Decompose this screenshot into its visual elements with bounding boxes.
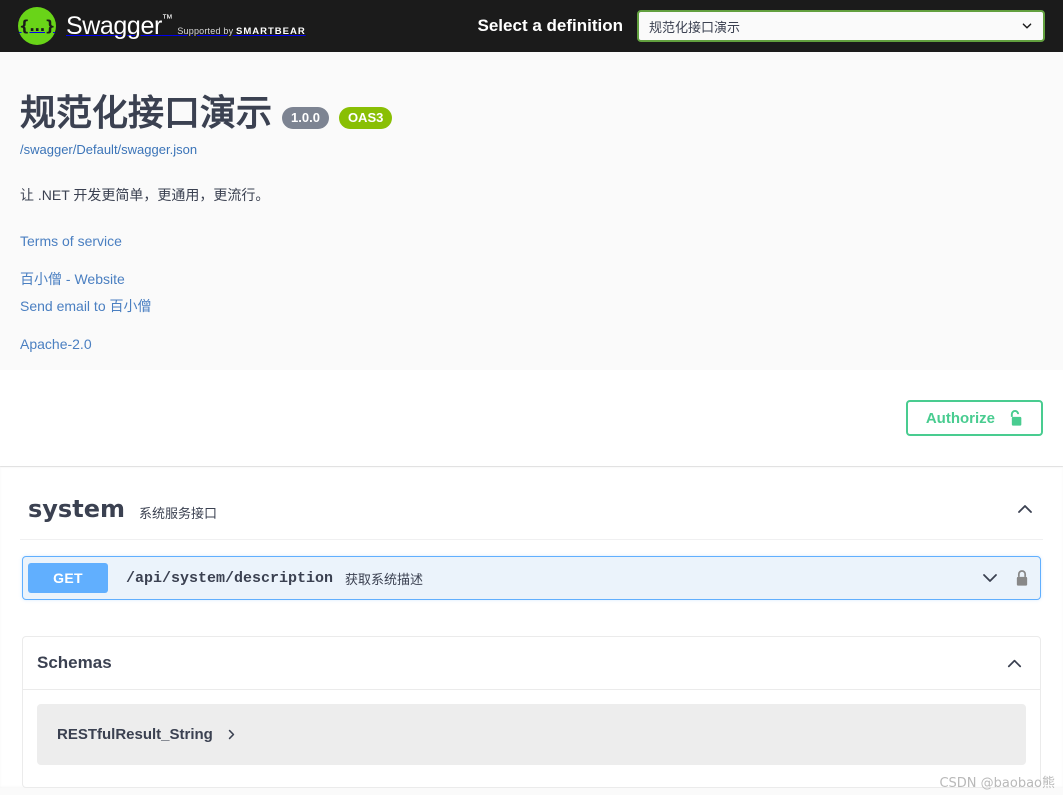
authorize-block: Authorize (0, 370, 1063, 466)
chevron-up-icon[interactable] (1005, 654, 1024, 673)
swagger-braces-glyph: {...} (19, 16, 55, 35)
trademark-symbol: ™ (161, 12, 173, 25)
swagger-logo-icon: {...} (18, 7, 56, 45)
supported-by-line: Supported by SMARTBEAR (177, 26, 305, 36)
smartbear-brand: SMARTBEAR (235, 25, 306, 37)
definition-select[interactable]: 规范化接口演示 (637, 10, 1045, 42)
contact-website-link[interactable]: 百小僧 - Website (20, 266, 1043, 293)
terms-of-service-link[interactable]: Terms of service (20, 228, 1043, 255)
schemas-section: Schemas RESTfulResult_String (22, 636, 1041, 788)
http-method-badge: GET (28, 563, 108, 593)
tag-description: 系统服务接口 (138, 505, 217, 521)
schemas-body: RESTfulResult_String (23, 690, 1040, 787)
license-link[interactable]: Apache-2.0 (20, 331, 1043, 358)
unlocked-padlock-icon (1010, 409, 1022, 426)
operations-section: system 系统服务接口 GET /api/system/descriptio… (0, 466, 1063, 788)
swagger-logo-text: Swagger™ Supported by SMARTBEAR (66, 11, 306, 40)
api-info-block: 规范化接口演示 1.0.0 OAS3 /swagger/Default/swag… (0, 52, 1063, 370)
api-title-row: 规范化接口演示 1.0.0 OAS3 (20, 94, 1043, 134)
schema-model-name: RESTfulResult_String (57, 726, 213, 743)
operation-row[interactable]: GET /api/system/description 获取系统描述 (22, 556, 1041, 600)
locked-padlock-icon[interactable] (1014, 569, 1030, 588)
swagger-wordmark: Swagger (66, 11, 162, 40)
schema-model-row[interactable]: RESTfulResult_String (37, 704, 1026, 765)
authorize-button-label: Authorize (925, 409, 995, 427)
schemas-header[interactable]: Schemas (23, 637, 1040, 690)
operation-path: /api/system/description (126, 569, 334, 587)
tag-name: system (28, 495, 125, 523)
chevron-down-icon[interactable] (980, 568, 1000, 588)
oas-version-badge: OAS3 (338, 106, 393, 129)
operation-controls (980, 568, 1034, 588)
version-badge: 1.0.0 (282, 106, 329, 129)
supported-by-prefix: Supported by (177, 25, 234, 36)
authorize-button[interactable]: Authorize (905, 400, 1043, 436)
topbar: {...} Swagger™ Supported by SMARTBEAR Se… (0, 0, 1063, 52)
swagger-json-link[interactable]: /swagger/Default/swagger.json (20, 142, 1043, 157)
api-description: 让 .NET 开发更简单，更通用，更流行。 (20, 186, 270, 203)
tag-header-system[interactable]: system 系统服务接口 (20, 467, 1043, 540)
schemas-title: Schemas (37, 653, 112, 672)
csdn-watermark: CSDN @baobao熊 (939, 776, 1055, 791)
definition-selector-group: Select a definition 规范化接口演示 (478, 10, 1045, 42)
info-links: Terms of service 百小僧 - Website Send emai… (20, 228, 1043, 358)
page-title: 规范化接口演示 (20, 93, 273, 134)
chevron-up-icon[interactable] (1015, 499, 1035, 519)
select-definition-label: Select a definition (477, 16, 623, 35)
swagger-logo-link[interactable]: {...} Swagger™ Supported by SMARTBEAR (18, 7, 306, 45)
chevron-right-icon[interactable] (225, 728, 238, 741)
chevron-down-icon (1022, 23, 1032, 29)
definition-select-value: 规范化接口演示 (649, 19, 741, 35)
contact-email-link[interactable]: Send email to 百小僧 (20, 293, 1043, 320)
operation-summary: 获取系统描述 (345, 571, 424, 587)
